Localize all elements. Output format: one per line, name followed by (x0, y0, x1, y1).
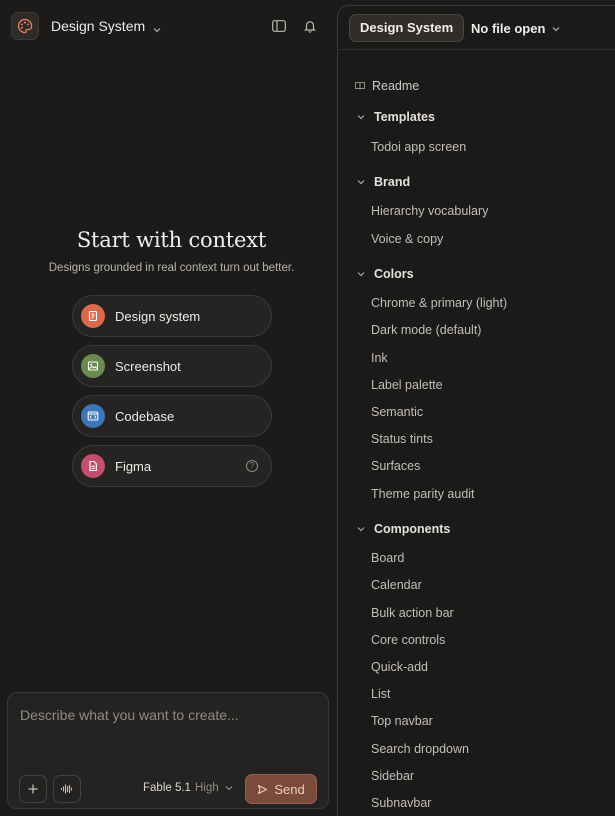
tree-item-label: Core controls (371, 633, 446, 647)
tree-item[interactable]: Bulk action bar (371, 603, 615, 623)
tree-item-label: Theme parity audit (371, 487, 475, 501)
model-selector[interactable]: Fable 5.1 High (143, 782, 234, 794)
tree-item[interactable]: Status tints (371, 429, 615, 449)
codebase-option[interactable]: Codebase (72, 395, 272, 437)
tree-item-label: Ink (371, 351, 388, 365)
image-icon (81, 354, 105, 378)
tree-item-label: Label palette (371, 378, 443, 392)
tree-item-label: Voice & copy (371, 232, 444, 246)
tree-item-label: Surfaces (371, 459, 421, 473)
tree-item[interactable]: Chrome & primary (light) (371, 293, 615, 313)
tree-item[interactable]: Core controls (371, 630, 615, 650)
plus-icon (28, 784, 38, 794)
option-label: Design system (115, 308, 201, 324)
section-title: Components (374, 522, 451, 536)
tree-item[interactable]: Sidebar (371, 766, 615, 786)
tree-item-label: Bulk action bar (371, 606, 454, 620)
tree-item-readme[interactable]: Readme (354, 76, 615, 96)
send-icon (258, 784, 268, 794)
design-system-panel: Design System No file open Readme Templa… (337, 5, 615, 816)
section-title: Colors (374, 267, 414, 281)
tree-item-label: Readme (372, 79, 420, 93)
tree-item[interactable]: Ink (371, 348, 615, 368)
tree-item[interactable]: Subnavbar (371, 793, 615, 813)
hero-subtitle: Designs grounded in real context turn ou… (48, 262, 295, 274)
option-label: Screenshot (115, 358, 181, 374)
tree-item[interactable]: Calendar (371, 575, 615, 595)
option-label: Figma (115, 458, 152, 474)
app-root: Design System Start with context Designs… (0, 0, 615, 816)
chevron-down-icon (552, 26, 560, 31)
tree-item-label: Top navbar (371, 714, 433, 728)
tree-item-label: Dark mode (default) (371, 323, 482, 337)
tree-item[interactable]: Quick-add (371, 657, 615, 677)
chevron-down-icon (357, 272, 365, 277)
book-icon (355, 82, 365, 90)
file-selector[interactable]: No file open (471, 21, 561, 36)
file-selector-label: No file open (471, 21, 546, 36)
tree-item-label: Quick-add (371, 660, 428, 674)
section-templates[interactable]: Templates (356, 107, 615, 127)
chevron-down-icon (225, 786, 233, 791)
tree-item-label: Board (371, 551, 405, 565)
tab-design-system[interactable]: Design System (349, 14, 465, 42)
tree-item[interactable]: Hierarchy vocabulary (371, 201, 615, 221)
tree-item[interactable]: List (371, 684, 615, 704)
bell-icon[interactable] (302, 18, 318, 34)
chevron-down-icon (357, 180, 365, 185)
tree-item[interactable]: Theme parity audit (371, 484, 615, 504)
voice-input-button[interactable] (53, 775, 81, 803)
tree-item-label: Chrome & primary (light) (371, 296, 508, 310)
tree-item[interactable]: Voice & copy (371, 229, 615, 249)
tree-item[interactable]: Board (371, 548, 615, 568)
design-system-option[interactable]: Design system (72, 295, 272, 337)
section-brand[interactable]: Brand (356, 172, 615, 192)
chevron-down-icon (357, 115, 365, 120)
tree-item[interactable]: Top navbar (371, 711, 615, 731)
chevron-down-icon[interactable] (152, 22, 162, 33)
screenshot-option[interactable]: Screenshot (72, 345, 272, 387)
tree-item-label: Sidebar (371, 769, 415, 783)
tree-item-label: Search dropdown (371, 742, 469, 756)
section-title: Templates (374, 110, 435, 124)
prompt-input[interactable] (20, 707, 316, 747)
model-level: High (194, 782, 219, 794)
hero-title: Start with context (76, 228, 267, 252)
tree-item[interactable]: Semantic (371, 402, 615, 422)
chevron-down-icon (357, 527, 365, 532)
document-icon (81, 454, 105, 478)
waveform-icon (60, 784, 73, 794)
code-window-icon (81, 404, 105, 428)
tree-item-label: Calendar (371, 578, 422, 592)
help-icon[interactable]: ? (246, 460, 258, 472)
tree-item-label: Subnavbar (371, 796, 432, 810)
palette-logo-icon[interactable] (11, 12, 39, 40)
send-button[interactable]: Send (245, 774, 317, 804)
tree-item-label: List (371, 687, 391, 701)
option-label: Codebase (115, 408, 175, 424)
tree-item-label: Semantic (371, 405, 424, 419)
section-title: Brand (374, 175, 411, 189)
send-label: Send (274, 781, 305, 797)
tree-item[interactable]: Dark mode (default) (371, 320, 615, 340)
chat-panel: Design System Start with context Designs… (0, 0, 337, 816)
section-colors[interactable]: Colors (356, 264, 615, 284)
tree-item-label: Hierarchy vocabulary (371, 204, 489, 218)
tree-item[interactable]: Surfaces (371, 456, 615, 476)
add-attachment-button[interactable] (19, 775, 47, 803)
tree-item-label: Status tints (371, 432, 433, 446)
tree-item[interactable]: Label palette (371, 375, 615, 395)
model-name: Fable 5.1 (143, 782, 191, 794)
design-system-icon (81, 304, 105, 328)
figma-option[interactable]: Figma ? (72, 445, 272, 487)
tree-item-label: Todoi app screen (371, 140, 467, 154)
section-components[interactable]: Components (356, 519, 615, 539)
panel-header: Design System No file open (338, 6, 615, 50)
project-title[interactable]: Design System (51, 18, 145, 34)
prompt-composer: Fable 5.1 High Send (7, 692, 329, 809)
sidebar-toggle-icon[interactable] (271, 18, 287, 34)
tree-item[interactable]: Todoi app screen (371, 137, 615, 157)
top-bar: Design System (0, 0, 337, 52)
tree-item[interactable]: Search dropdown (371, 739, 615, 759)
